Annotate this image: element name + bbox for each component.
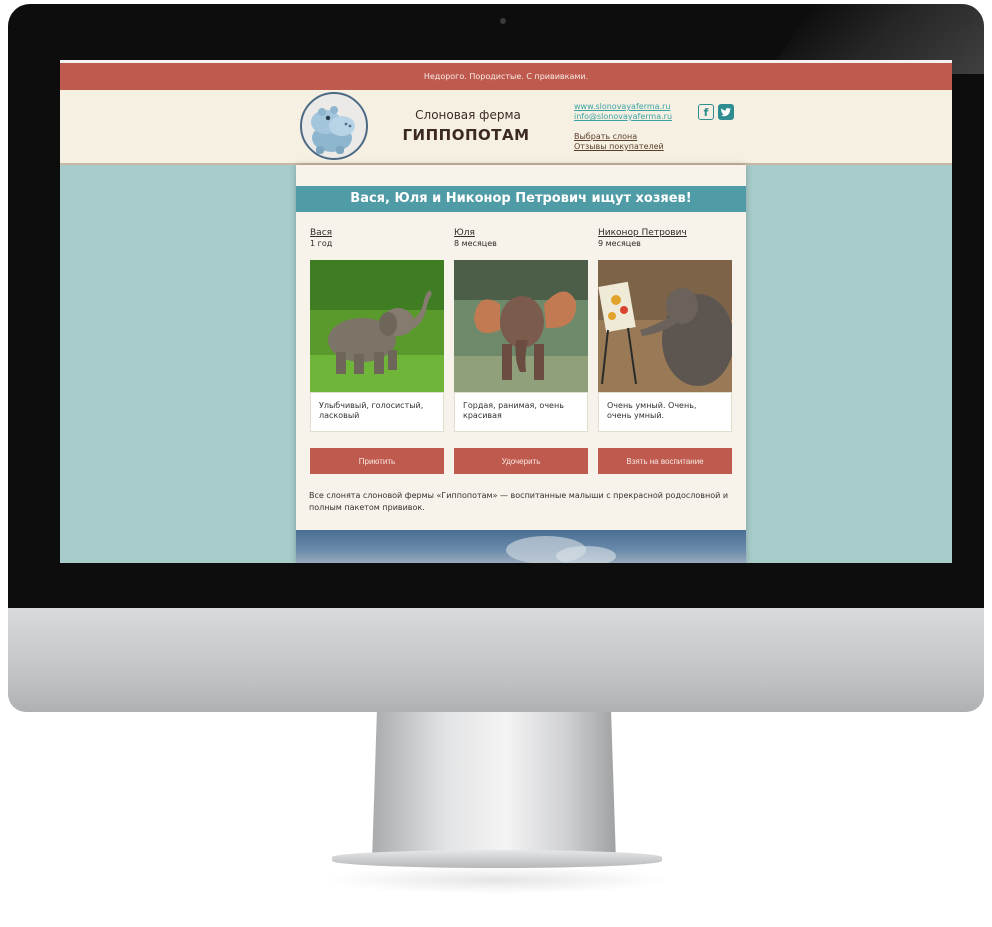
elephant-photo-vasya[interactable] xyxy=(310,260,444,392)
imac-monitor: Недорого. Породистые. С прививками. Слон… xyxy=(8,4,984,712)
elephant-name-link[interactable]: Никонор Петрович xyxy=(598,228,732,239)
elephant-name-link[interactable]: Вася xyxy=(310,228,444,239)
email-viewport: Недорого. Породистые. С прививками. Слон… xyxy=(60,60,952,563)
brand-subtitle: Слоновая ферма xyxy=(415,108,521,122)
email-header: Слоновая ферма ГИППОПОТАМ www.slonovayaf… xyxy=(60,90,952,165)
adopt-button-vasya[interactable]: Приютить xyxy=(310,448,444,474)
elephant-description: Очень умный. Очень, очень умный. xyxy=(598,392,732,432)
site-link[interactable]: www.slonovayaferma.ru xyxy=(574,102,670,112)
elephant-photo-yulya[interactable] xyxy=(454,260,588,392)
elephant-name-link[interactable]: Юля xyxy=(454,228,588,239)
choose-elephant-link[interactable]: Выбрать слона xyxy=(574,132,637,142)
adopt-button-yulya[interactable]: Удочерить xyxy=(454,448,588,474)
elephant-age: 9 месяцев xyxy=(598,239,641,248)
facebook-icon[interactable]: f xyxy=(698,104,714,120)
elephant-age: 1 год xyxy=(310,239,333,248)
monitor-stand xyxy=(372,712,616,862)
screen-bezel: Недорого. Породистые. С прививками. Слон… xyxy=(8,4,984,608)
top-tagline-bar: Недорого. Породистые. С прививками. xyxy=(60,60,952,90)
footer-note: Все слонята слоновой фермы «Гиппопотам» … xyxy=(309,491,729,512)
email-content: Вася, Юля и Никонор Петрович ищут хозяев… xyxy=(296,165,746,563)
sky-banner-image xyxy=(296,530,746,563)
email-link[interactable]: info@slonovayaferma.ru xyxy=(574,112,672,122)
elephant-card-yulya: Юля 8 месяцев xyxy=(454,228,588,249)
elephant-description: Гордая, ранимая, очень красивая xyxy=(454,392,588,432)
camera-icon xyxy=(500,18,506,24)
reviews-link[interactable]: Отзывы покупателей xyxy=(574,142,664,152)
stand-reflection xyxy=(322,866,672,894)
hippo-logo-icon[interactable] xyxy=(300,92,368,160)
headline-banner: Вася, Юля и Никонор Петрович ищут хозяев… xyxy=(296,186,746,212)
brand-title: ГИППОПОТАМ xyxy=(402,126,530,144)
adopt-button-nikonor[interactable]: Взять на воспитание xyxy=(598,448,732,474)
monitor-chin xyxy=(8,608,984,712)
twitter-icon[interactable] xyxy=(718,104,734,120)
elephant-description: Улыбчивый, голосистый, ласковый xyxy=(310,392,444,432)
elephant-age: 8 месяцев xyxy=(454,239,497,248)
elephant-photo-nikonor[interactable] xyxy=(598,260,732,392)
elephant-card-vasya: Вася 1 год xyxy=(310,228,444,249)
elephant-card-nikonor: Никонор Петрович 9 месяцев xyxy=(598,228,732,249)
